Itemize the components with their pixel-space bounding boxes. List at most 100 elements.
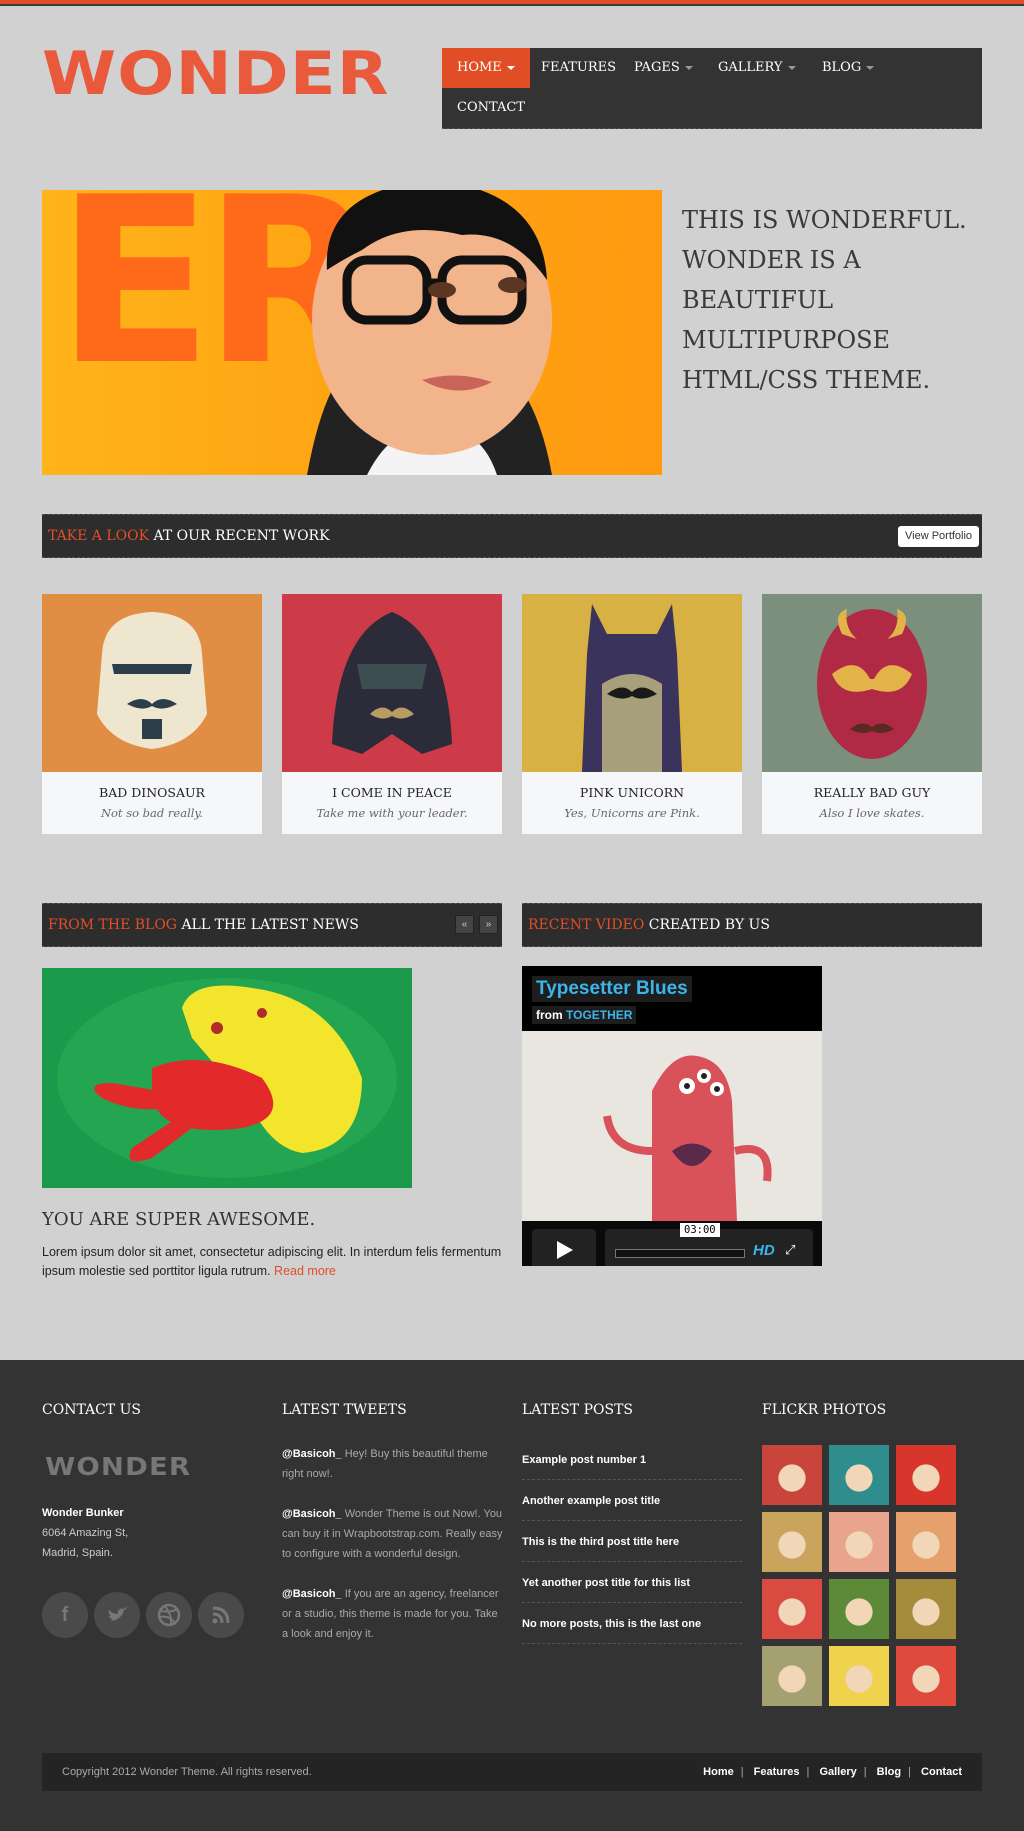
hero-headline: THIS IS WONDERFUL. WONDER IS A BEAUTIFUL…	[682, 206, 967, 394]
footer-heading-posts: LATEST POSTS	[522, 1402, 633, 1418]
flickr-photo[interactable]	[829, 1445, 889, 1505]
video-author-link[interactable]: TOGETHER	[566, 1008, 632, 1022]
portfolio-card[interactable]: PINK UNICORN Yes, Unicorns are Pink.	[522, 594, 742, 834]
recent-work-header: TAKE A LOOK AT OUR RECENT WORK View Port…	[42, 514, 982, 558]
link-separator: |	[740, 1766, 744, 1778]
footer-heading-contact: CONTACT US	[42, 1402, 142, 1418]
blog-header: FROM THE BLOG ALL THE LATEST NEWS « »	[42, 903, 502, 947]
facebook-icon[interactable]: f	[42, 1592, 88, 1638]
video-control-bar: 03:00 HD ⤢	[605, 1223, 813, 1266]
flickr-photo[interactable]	[762, 1512, 822, 1572]
nav-item-label: CONTACT	[457, 100, 525, 115]
flickr-photo[interactable]	[896, 1445, 956, 1505]
section-title-accent: RECENT VIDEO	[528, 917, 645, 933]
nav-item-home[interactable]: HOME	[442, 48, 530, 88]
portfolio-card[interactable]: I COME IN PEACE Take me with your leader…	[282, 594, 502, 834]
footer-link-gallery[interactable]: Gallery	[819, 1766, 856, 1778]
flickr-photo[interactable]	[896, 1579, 956, 1639]
nav-item-contact[interactable]: CONTACT	[442, 88, 540, 128]
link-separator: |	[863, 1766, 867, 1778]
fullscreen-icon[interactable]: ⤢	[785, 1242, 795, 1258]
flickr-photo[interactable]	[896, 1512, 956, 1572]
flickr-photo[interactable]	[829, 1646, 889, 1706]
blog-post-excerpt: Lorem ipsum dolor sit amet, consectetur …	[42, 1243, 502, 1281]
footer-heading-flickr: FLICKR PHOTOS	[762, 1402, 887, 1418]
hero-banner-image: ER	[42, 190, 662, 475]
portfolio-subtitle: Yes, Unicorns are Pink.	[564, 806, 700, 820]
video-controls: 03:00 HD ⤢	[522, 1221, 822, 1266]
link-separator: |	[908, 1766, 911, 1778]
site-footer: CONTACT US WONDER Wonder Bunker 6064 Ama…	[0, 1360, 1024, 1831]
flickr-photo[interactable]	[829, 1512, 889, 1572]
hd-toggle[interactable]: HD	[753, 1242, 775, 1259]
nav-item-label: FEATURES	[541, 60, 616, 75]
luchador-illustration	[762, 594, 982, 772]
footer-link-home[interactable]: Home	[703, 1766, 734, 1778]
tweet-item: @Basicoh_ If you are an agency, freelanc…	[282, 1584, 504, 1644]
footer-link-contact[interactable]: Contact	[921, 1766, 962, 1778]
footer-post-link[interactable]: This is the third post title here	[522, 1521, 742, 1562]
portfolio-card[interactable]: BAD DINOSAUR Not so bad really.	[42, 594, 262, 834]
hero-portrait-illustration	[307, 190, 552, 475]
footer-post-link[interactable]: Yet another post title for this list	[522, 1562, 742, 1603]
portfolio-thumbnail	[762, 594, 982, 772]
tweet-user-link[interactable]: @Basicoh_	[282, 1588, 342, 1600]
portfolio-subtitle: Also I love skates.	[819, 806, 925, 820]
main-navigation: HOME FEATURES PAGES GALLERY BLOG CONTACT	[442, 48, 982, 129]
section-title-accent: FROM THE BLOG	[48, 917, 177, 933]
nav-item-features[interactable]: FEATURES	[526, 48, 631, 88]
nav-item-blog[interactable]: BLOG	[807, 48, 889, 88]
footer-post-link[interactable]: No more posts, this is the last one	[522, 1603, 742, 1644]
portfolio-title: REALLY BAD GUY	[813, 785, 931, 800]
footer-links: Home | Features | Gallery | Blog | Contact	[703, 1753, 962, 1791]
nav-item-label: PAGES	[634, 60, 680, 75]
section-title-rest: ALL THE LATEST NEWS	[181, 917, 359, 933]
portfolio-card[interactable]: REALLY BAD GUY Also I love skates.	[762, 594, 982, 834]
video-player[interactable]: Typesetter Blues from TOGETHER 03:00 HD …	[522, 966, 822, 1266]
nav-item-gallery[interactable]: GALLERY	[703, 48, 811, 88]
blog-post-image[interactable]	[42, 968, 412, 1188]
site-logo[interactable]: WONDER	[42, 44, 390, 104]
portfolio-thumbnail	[42, 594, 262, 772]
chevron-down-icon	[866, 65, 875, 70]
video-timecode: 03:00	[680, 1223, 720, 1237]
blog-next-button[interactable]: »	[479, 915, 498, 934]
flickr-photo[interactable]	[762, 1646, 822, 1706]
footer-link-blog[interactable]: Blog	[877, 1766, 901, 1778]
portfolio-subtitle: Take me with your leader.	[316, 806, 468, 820]
play-icon[interactable]	[532, 1229, 596, 1266]
footer-logo: WONDER	[45, 1452, 192, 1481]
portfolio-subtitle: Not so bad really.	[100, 806, 204, 820]
portfolio-title: I COME IN PEACE	[332, 785, 452, 800]
vader-illustration	[282, 594, 502, 772]
footer-link-features[interactable]: Features	[754, 1766, 800, 1778]
section-title: FROM THE BLOG ALL THE LATEST NEWS	[48, 904, 359, 946]
blog-post-title[interactable]: YOU ARE SUPER AWESOME.	[42, 1209, 315, 1230]
flickr-photo[interactable]	[896, 1646, 956, 1706]
read-more-link[interactable]: Read more	[274, 1264, 336, 1278]
flickr-photo[interactable]	[829, 1579, 889, 1639]
video-timeline[interactable]	[615, 1249, 745, 1258]
portfolio-thumbnail	[282, 594, 502, 772]
batman-illustration	[522, 594, 742, 772]
twitter-icon[interactable]	[94, 1592, 140, 1638]
blog-prev-button[interactable]: «	[455, 915, 474, 934]
nav-item-label: HOME	[457, 60, 502, 75]
contact-address: Wonder Bunker 6064 Amazing St, Madrid, S…	[42, 1503, 128, 1563]
video-title[interactable]: Typesetter Blues	[532, 976, 692, 1002]
chevron-down-icon	[506, 65, 515, 70]
tweet-user-link[interactable]: @Basicoh_	[282, 1448, 342, 1460]
footer-post-link[interactable]: Another example post title	[522, 1480, 742, 1521]
section-title-accent: TAKE A LOOK	[48, 528, 150, 544]
footer-heading-tweets: LATEST TWEETS	[282, 1402, 407, 1418]
flickr-photo[interactable]	[762, 1445, 822, 1505]
nav-item-pages[interactable]: PAGES	[619, 48, 708, 88]
dribbble-icon[interactable]	[146, 1592, 192, 1638]
video-thumbnail[interactable]	[522, 1031, 822, 1221]
flickr-photo[interactable]	[762, 1579, 822, 1639]
view-portfolio-button[interactable]: View Portfolio	[898, 526, 980, 547]
footer-post-link[interactable]: Example post number 1	[522, 1439, 742, 1480]
rss-icon[interactable]	[198, 1592, 244, 1638]
tweet-user-link[interactable]: @Basicoh_	[282, 1508, 342, 1520]
section-title-rest: CREATED BY US	[648, 917, 770, 933]
